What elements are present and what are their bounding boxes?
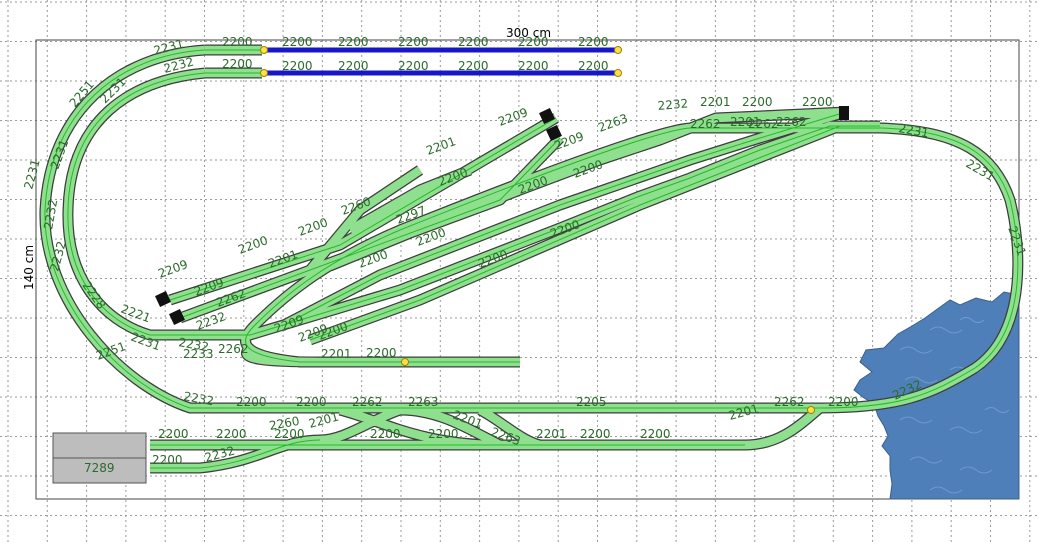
track-number-label: 2231 bbox=[897, 121, 930, 140]
track-number-label: 2200 bbox=[282, 59, 313, 73]
track-number-label: 2201 bbox=[536, 427, 567, 441]
track-network[interactable] bbox=[39, 44, 1024, 474]
track-number-label: 2232 bbox=[657, 96, 689, 113]
track-number-label: 2200 bbox=[370, 427, 401, 441]
track-number-label: 2200 bbox=[216, 427, 247, 441]
track-number-label: 2233 bbox=[183, 347, 214, 361]
track-number-label: 2200 bbox=[518, 35, 549, 49]
track-number-label: 2263 bbox=[596, 111, 629, 135]
track-number-label: 2200 bbox=[296, 215, 329, 239]
track-number-label: 2200 bbox=[222, 35, 253, 49]
track-number-label: 2201 bbox=[321, 347, 352, 361]
track-number-label: 2200 bbox=[436, 165, 469, 189]
track-number-label: 2200 bbox=[802, 95, 833, 109]
track-number-label: 2200 bbox=[152, 453, 183, 467]
buffer-stop bbox=[839, 106, 849, 120]
connector-dot bbox=[260, 46, 268, 54]
track-number-label: 2200 bbox=[398, 35, 429, 49]
track-number-label: 2263 bbox=[408, 395, 439, 409]
track-number-label: 2201 bbox=[700, 95, 731, 109]
track-number-label: 2200 bbox=[236, 233, 269, 257]
track-number-label: 2200 bbox=[366, 346, 397, 360]
track-number-label: 2262 bbox=[352, 395, 383, 409]
track-number-label: 2209 bbox=[496, 105, 529, 129]
track-number-label: 2262 bbox=[690, 117, 721, 131]
track-number-label: 2205 bbox=[576, 395, 607, 409]
track-number-label: 2200 bbox=[580, 427, 611, 441]
track-number-label: 2200 bbox=[282, 35, 313, 49]
track-number-label: 2200 bbox=[398, 59, 429, 73]
track-number-label: 2262 bbox=[774, 395, 805, 409]
track-number-label: 2231 bbox=[21, 158, 42, 191]
track-plan-canvas: 7289 300 cm 140 cm 2231 2200 2200 2200 2200 2… bbox=[0, 0, 1039, 542]
track-number-label: 2201 bbox=[730, 115, 761, 129]
track-number-label: 2200 bbox=[578, 35, 609, 49]
track-number-label: 2200 bbox=[296, 395, 327, 409]
station-label: 7289 bbox=[84, 461, 115, 475]
track-number-label: 2200 bbox=[828, 395, 859, 409]
track-number-label: 2200 bbox=[518, 59, 549, 73]
connector-dot bbox=[614, 69, 622, 77]
buffer-stop bbox=[155, 291, 171, 307]
track-number-label: 2200 bbox=[338, 35, 369, 49]
connector-dot bbox=[614, 46, 622, 54]
track-number-label: 2200 bbox=[742, 95, 773, 109]
track-number-label: 2200 bbox=[428, 427, 459, 441]
track-number-label: 2200 bbox=[236, 395, 267, 409]
track-number-label: 2262 bbox=[218, 342, 249, 356]
track-number-label: 2200 bbox=[640, 427, 671, 441]
connector-dot bbox=[807, 406, 815, 414]
track-number-label: 2231 bbox=[48, 138, 72, 171]
track-number-label: 2262 bbox=[776, 115, 807, 129]
track-number-label: 2200 bbox=[458, 59, 489, 73]
height-dimension-label: 140 cm bbox=[22, 245, 36, 290]
connector-dot bbox=[260, 69, 268, 77]
track-number-label: 2200 bbox=[222, 57, 253, 71]
track-number-label: 2201 bbox=[424, 134, 457, 158]
water-area bbox=[853, 291, 1020, 500]
track-number-label: 2200 bbox=[158, 427, 189, 441]
track-number-label: 2200 bbox=[458, 35, 489, 49]
track-number-label: 2209 bbox=[156, 257, 189, 281]
connector-dot bbox=[401, 358, 409, 366]
track-number-label: 2200 bbox=[338, 59, 369, 73]
track-number-label: 2200 bbox=[578, 59, 609, 73]
track-number-label: 2231 bbox=[1005, 224, 1029, 257]
